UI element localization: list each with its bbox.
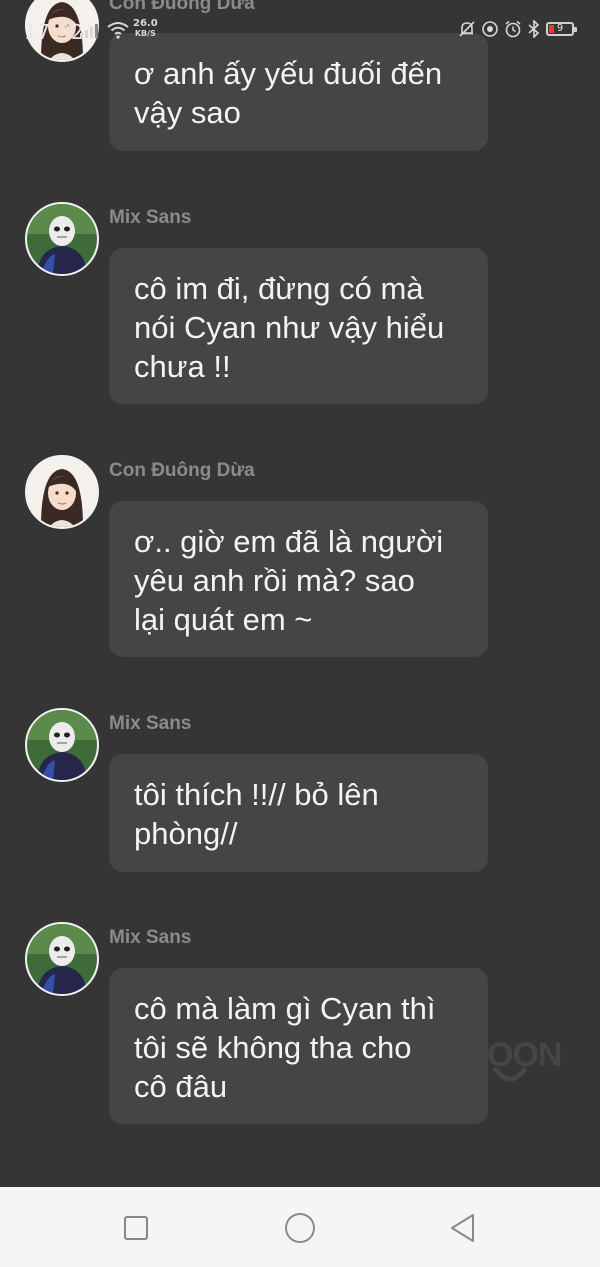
status-time: 17:32 bbox=[24, 20, 85, 44]
back-icon[interactable] bbox=[446, 1211, 480, 1245]
watermark-smile-icon bbox=[490, 1066, 530, 1093]
home-icon[interactable] bbox=[283, 1211, 317, 1245]
navigation-bar bbox=[0, 1187, 600, 1267]
message-bubble[interactable]: ơ.. giờ em đã là người yêu anh rồi mà? s… bbox=[109, 501, 488, 657]
alarm-icon bbox=[504, 20, 522, 38]
signal-icon bbox=[80, 22, 102, 43]
message-bubble[interactable]: cô im đi, đừng có mà nói Cyan như vậy hi… bbox=[109, 248, 488, 404]
battery-level: 9 bbox=[556, 23, 564, 34]
status-icons: 9 bbox=[458, 20, 577, 38]
network-speed: 26.0 KB/S bbox=[133, 19, 158, 39]
sender-name: Mix Sans bbox=[109, 207, 192, 228]
message-line: cô đâu bbox=[134, 1069, 228, 1104]
status-bar: 17:32 26.0 KB/S 9 bbox=[0, 0, 600, 62]
masked-boy-avatar[interactable] bbox=[25, 708, 99, 782]
message-line: cô mà làm gì Cyan thì bbox=[134, 991, 436, 1026]
network-speed-unit: KB/S bbox=[134, 29, 156, 38]
message-bubble[interactable]: cô mà làm gì Cyan thì tôi sẽ không tha c… bbox=[109, 968, 488, 1124]
girl-avatar[interactable] bbox=[25, 455, 99, 529]
sender-name: Con Đuông Dừa bbox=[109, 460, 255, 481]
battery-icon: 9 bbox=[546, 22, 577, 36]
message-line: tôi thích !!// bỏ lên bbox=[134, 777, 379, 812]
message-bubble[interactable]: tôi thích !!// bỏ lên phòng// bbox=[109, 754, 488, 872]
wifi-icon bbox=[106, 21, 130, 44]
message-line: cô im đi, đừng có mà bbox=[134, 271, 424, 306]
bluetooth-icon bbox=[527, 20, 541, 38]
message-line: ơ.. giờ em đã là người bbox=[134, 524, 444, 559]
sender-name: Mix Sans bbox=[109, 713, 192, 734]
message-line: vậy sao bbox=[134, 95, 241, 130]
mute-icon bbox=[458, 20, 476, 38]
network-speed-value: 26.0 bbox=[133, 18, 158, 29]
message-line: tôi sẽ không tha cho bbox=[134, 1030, 412, 1065]
message-line: chưa !! bbox=[134, 349, 231, 384]
message-line: yêu anh rồi mà? sao bbox=[134, 563, 415, 598]
message-line: nói Cyan như vậy hiểu bbox=[134, 310, 445, 345]
recent-apps-icon[interactable] bbox=[119, 1211, 153, 1245]
sender-name: Mix Sans bbox=[109, 927, 192, 948]
message-line: lại quát em ~ bbox=[134, 602, 313, 637]
masked-boy-avatar[interactable] bbox=[25, 202, 99, 276]
sync-icon bbox=[481, 20, 499, 38]
masked-boy-avatar[interactable] bbox=[25, 922, 99, 996]
message-line: phòng// bbox=[134, 816, 238, 851]
